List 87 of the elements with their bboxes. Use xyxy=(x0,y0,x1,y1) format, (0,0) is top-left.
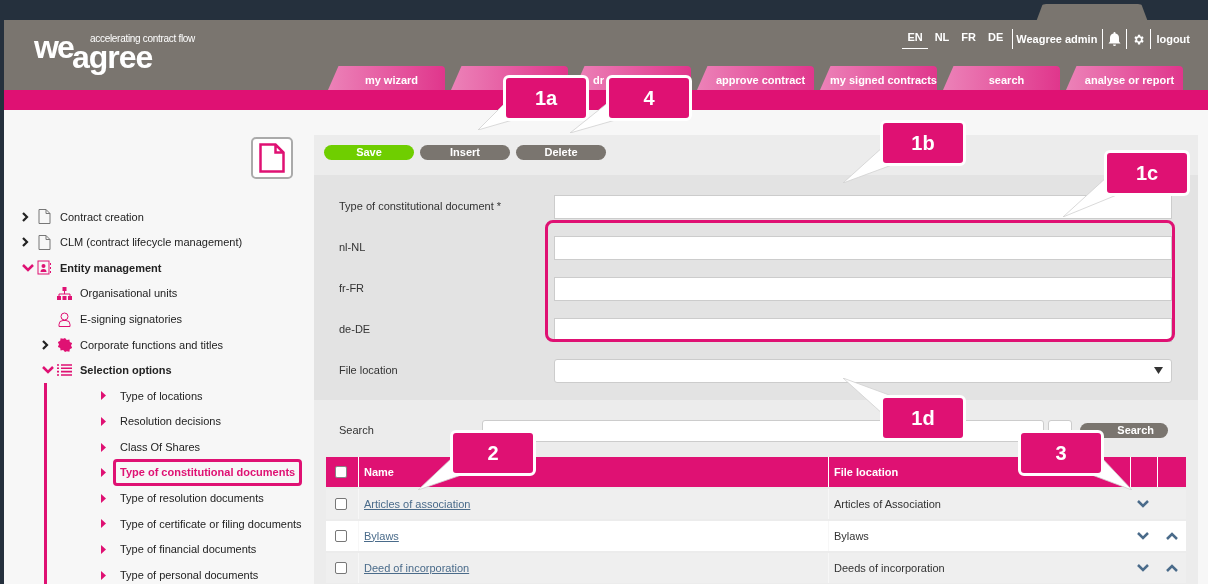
annotation-tooltip: 1d xyxy=(880,395,966,441)
triangle-right-icon xyxy=(101,519,106,529)
triangle-right-icon xyxy=(101,468,106,478)
tree-item[interactable]: Type of personal documents xyxy=(113,561,266,584)
row-checkbox[interactable] xyxy=(335,530,347,542)
document-icon xyxy=(38,209,51,225)
annotation-tooltip: 2 xyxy=(450,430,536,476)
new-document-button[interactable] xyxy=(251,137,293,179)
table-cell-text: Bylaws xyxy=(834,528,869,544)
tree-item[interactable]: Resolution decisions xyxy=(113,408,228,435)
language-option[interactable]: NL xyxy=(929,29,955,49)
nav-tab[interactable]: my signed contracts xyxy=(820,66,937,90)
tree-item[interactable]: Class Of Shares xyxy=(113,433,208,461)
document-type-link[interactable]: Bylaws xyxy=(364,527,399,545)
toolbar-button[interactable]: Insert xyxy=(420,145,510,160)
settings-icon[interactable] xyxy=(1132,32,1146,46)
logout-link[interactable]: logout xyxy=(1156,30,1190,48)
nav-tab[interactable]: search xyxy=(943,66,1060,90)
person-icon xyxy=(58,311,71,327)
nav-tab[interactable]: analyse or report xyxy=(1066,66,1183,90)
annotation-tooltip: 1a xyxy=(503,75,589,121)
seal-icon xyxy=(57,337,72,352)
text-field[interactable] xyxy=(554,276,1172,301)
document-type-link[interactable]: Deed of incorporation xyxy=(364,559,470,577)
user-name[interactable]: Weagree admin xyxy=(1016,30,1098,48)
tree-item[interactable]: Organisational units xyxy=(80,285,178,302)
triangle-right-icon xyxy=(101,570,106,580)
field-label: nl-NL xyxy=(338,240,367,256)
tree-item[interactable]: Selection options xyxy=(80,362,172,379)
document-icon xyxy=(38,234,51,250)
triangle-right-icon xyxy=(101,442,106,452)
tree-item[interactable]: Type of resolution documents xyxy=(113,485,271,512)
tree-item[interactable]: Type of financial documents xyxy=(113,536,264,563)
language-option[interactable]: FR xyxy=(956,29,981,49)
annotation-tooltip: 1c xyxy=(1104,150,1190,196)
chevron-right-icon[interactable] xyxy=(22,211,29,222)
chevron-down-icon[interactable] xyxy=(1136,532,1149,540)
nav-tab[interactable]: approve contract xyxy=(697,66,814,90)
triangle-right-icon xyxy=(101,493,106,503)
tree-item[interactable]: Entity management xyxy=(60,259,162,277)
annotation-tooltip: 3 xyxy=(1018,430,1104,476)
row-checkbox[interactable] xyxy=(335,562,347,574)
chevron-right-icon[interactable] xyxy=(22,237,29,248)
triangle-right-icon xyxy=(101,417,106,427)
column-header[interactable]: Name xyxy=(364,463,394,481)
list-icon xyxy=(57,364,72,377)
tree-item[interactable]: Type of certificate or filing documents xyxy=(113,510,309,538)
chevron-down-icon[interactable] xyxy=(1136,500,1149,508)
field-label: de-DE xyxy=(338,322,372,338)
row-checkbox[interactable] xyxy=(335,498,347,510)
triangle-right-icon xyxy=(101,391,106,401)
chevron-up-icon[interactable] xyxy=(1165,532,1178,540)
hierarchy-icon xyxy=(57,287,72,301)
text-field[interactable] xyxy=(554,317,1172,342)
language-option[interactable]: EN xyxy=(902,29,928,49)
chevron-down-icon[interactable] xyxy=(42,366,54,375)
chevron-down-icon[interactable] xyxy=(1136,564,1149,572)
tree-item[interactable]: CLM (contract lifecycle management) xyxy=(60,234,243,251)
triangle-right-icon xyxy=(101,545,106,554)
toolbar-button[interactable]: Delete xyxy=(516,145,606,160)
field-label: fr-FR xyxy=(338,281,366,297)
dropdown-arrow-icon xyxy=(1154,367,1163,374)
language-option[interactable]: DE xyxy=(983,29,1009,49)
chevron-up-icon[interactable] xyxy=(1165,564,1178,572)
nav-tab[interactable]: my wizard xyxy=(328,66,445,90)
select-all-checkbox[interactable] xyxy=(335,466,347,478)
text-field[interactable] xyxy=(554,235,1172,260)
tree-item[interactable]: Corporate functions and titles xyxy=(80,336,224,353)
document-type-link[interactable]: Articles of association xyxy=(364,495,471,513)
table-cell-text: Articles of Association xyxy=(834,496,941,512)
annotation-tooltip: 1b xyxy=(880,120,966,166)
tree-item[interactable]: Contract creation xyxy=(60,208,144,226)
tree-item[interactable]: Type of constitutional documents xyxy=(113,459,303,486)
table-cell-text: Deeds of incorporation xyxy=(834,560,945,576)
field-label: File location xyxy=(338,363,399,379)
bell-icon[interactable] xyxy=(1108,32,1122,46)
tree-item[interactable]: Type of locations xyxy=(113,382,210,410)
chevron-down-icon[interactable] xyxy=(22,264,34,272)
search-label: Search xyxy=(338,423,375,439)
document-icon xyxy=(259,143,285,173)
tree-item[interactable]: E-signing signatories xyxy=(80,310,183,328)
column-header[interactable]: File location xyxy=(834,463,899,481)
annotation-tooltip: 4 xyxy=(606,75,692,121)
contact-card-icon xyxy=(37,260,52,276)
chevron-right-icon[interactable] xyxy=(42,339,49,350)
logo-text: we xyxy=(34,30,73,65)
field-label: Type of constitutional document * xyxy=(338,199,503,215)
